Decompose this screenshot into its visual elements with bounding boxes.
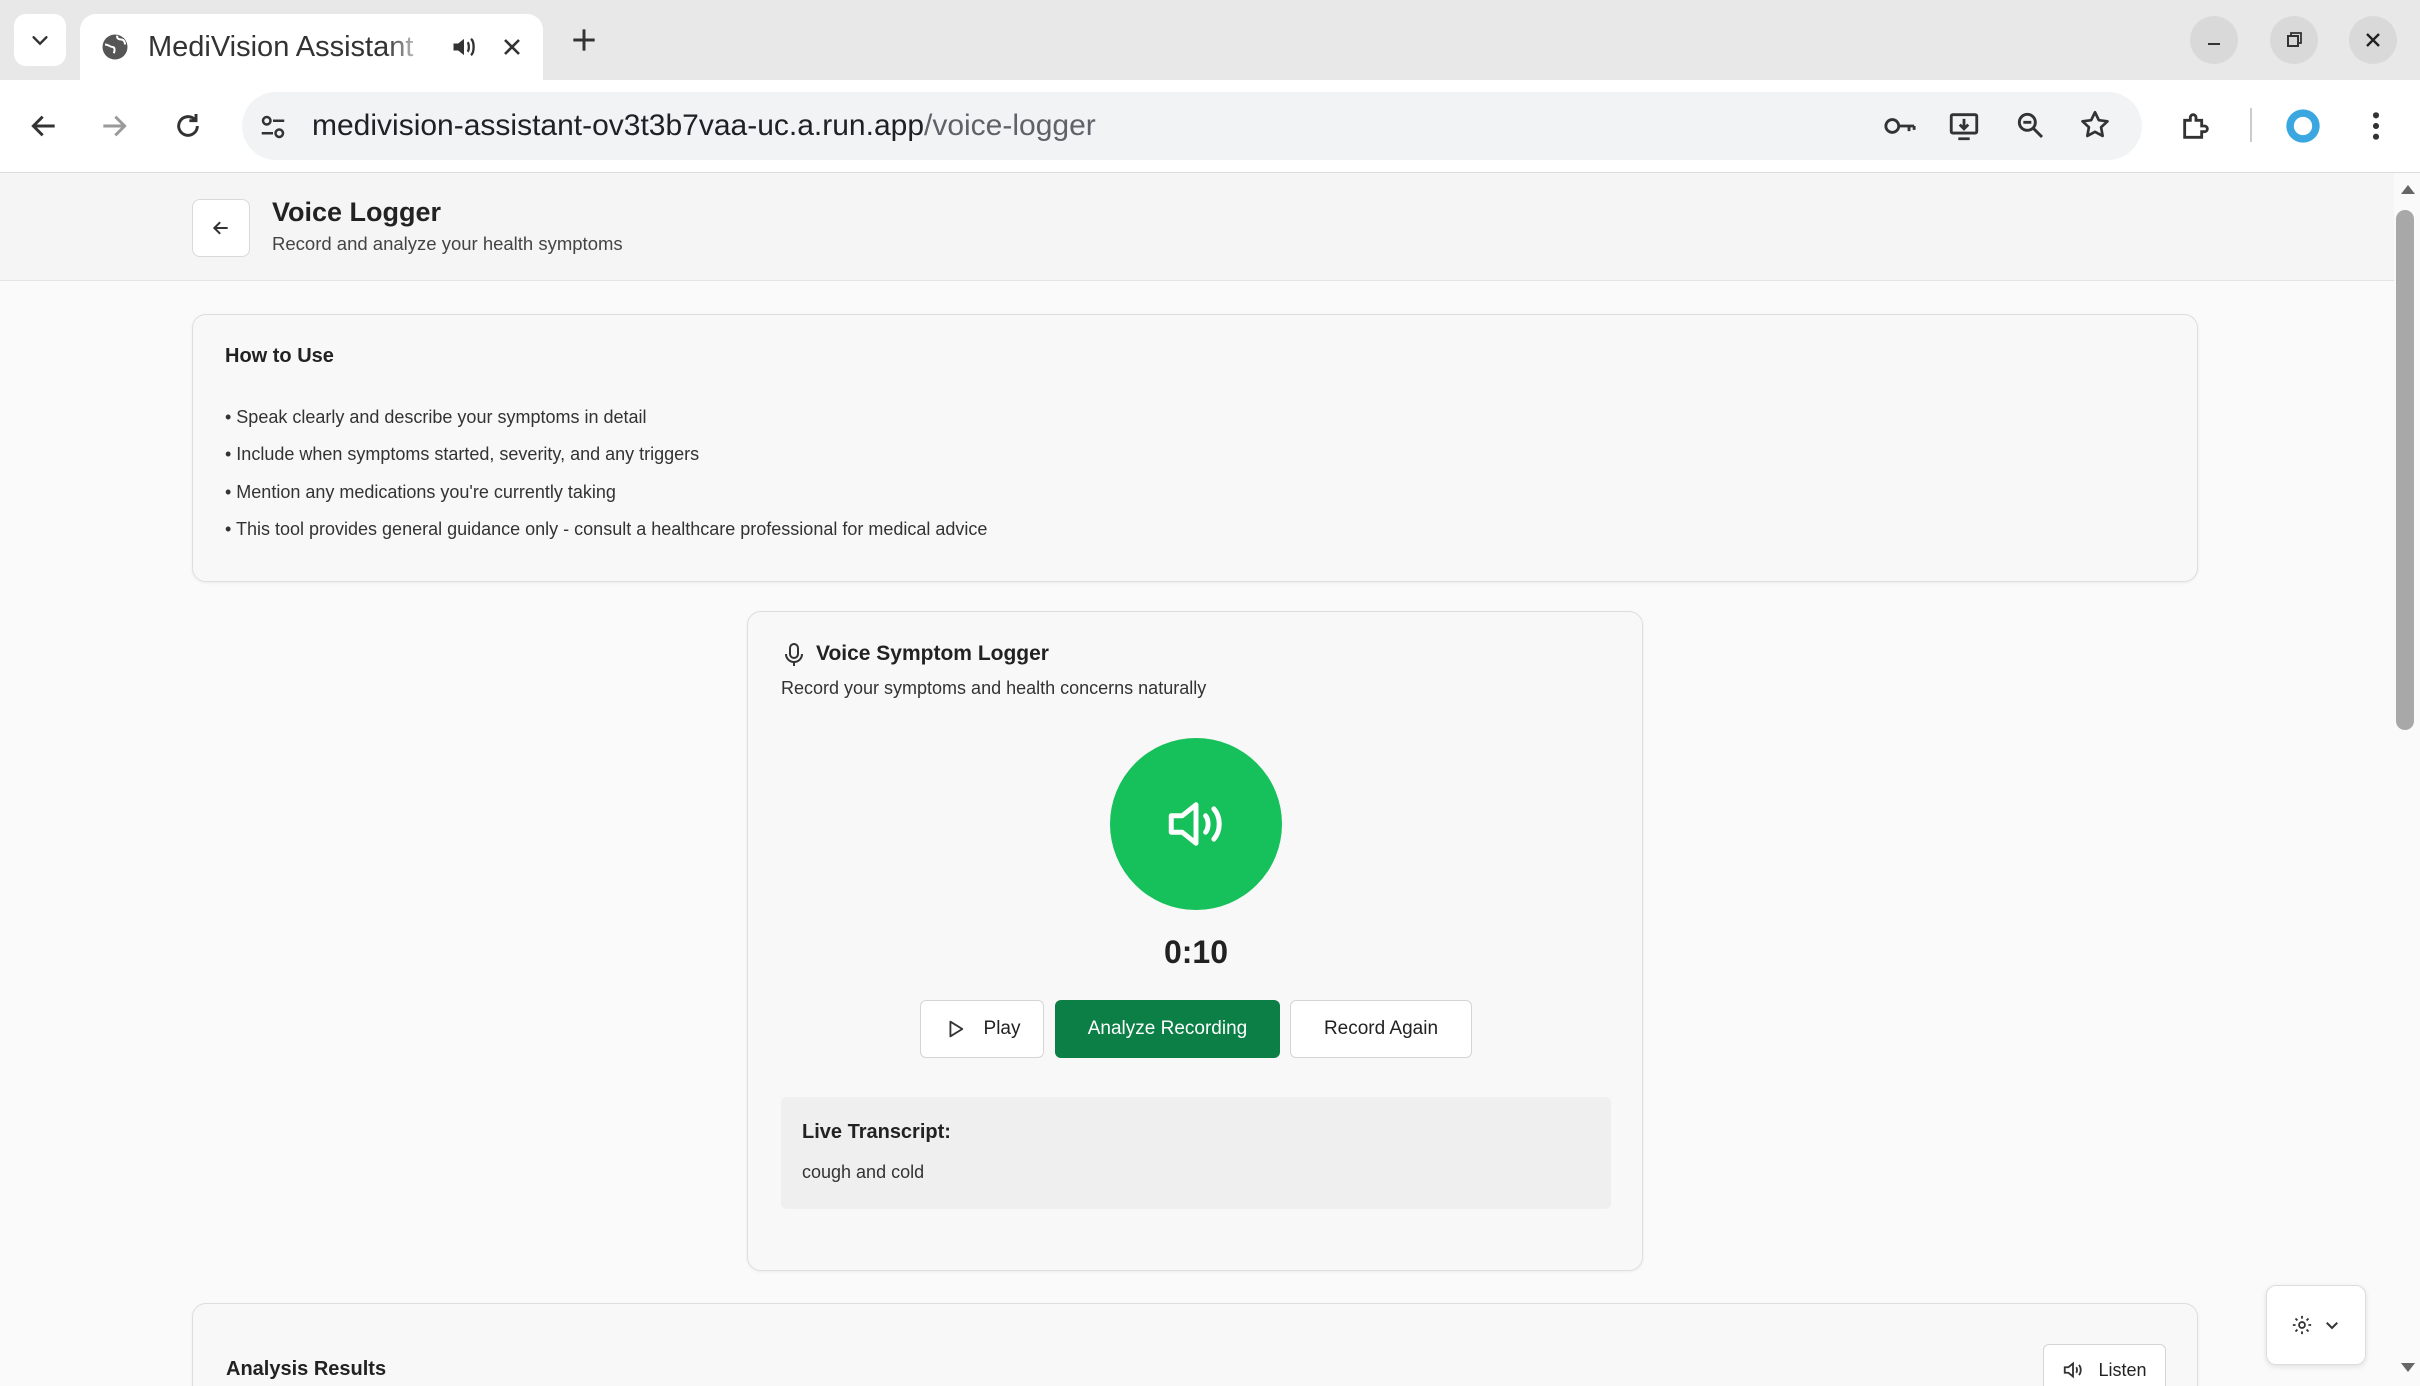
- listen-button[interactable]: Listen: [2043, 1344, 2166, 1386]
- record-again-label: Record Again: [1323, 1018, 1439, 1039]
- playback-indicator[interactable]: [1110, 738, 1282, 910]
- app-header: Voice Logger Record and analyze your hea…: [0, 173, 2394, 281]
- play-icon: [949, 1020, 963, 1038]
- browser-tab-strip: MediVision Assistant: [0, 0, 2420, 80]
- speaker-icon: [2064, 1361, 2083, 1379]
- analysis-results-card: Analysis Results Listen: [192, 1303, 2198, 1386]
- analyze-label: Analyze Recording: [1087, 1018, 1248, 1039]
- url-path: /voice-logger: [924, 109, 1096, 142]
- kebab-menu-icon: [2372, 112, 2380, 140]
- toolbar-divider: [2250, 108, 2252, 142]
- url-text[interactable]: medivision-assistant-ov3t3b7vaa-uc.a.run…: [312, 109, 1096, 143]
- microphone-icon: [785, 643, 803, 666]
- chevron-down-icon: [2326, 1322, 2338, 1330]
- puzzle-icon: [2183, 113, 2209, 139]
- how-to-item: • This tool provides general guidance on…: [225, 519, 988, 539]
- reload-icon: [177, 114, 199, 137]
- audio-playing-icon[interactable]: [450, 33, 478, 61]
- new-tab-icon[interactable]: [568, 24, 600, 56]
- install-app-icon[interactable]: [1947, 109, 1981, 143]
- play-button[interactable]: Play: [920, 1000, 1044, 1058]
- arrow-left-icon: [212, 221, 228, 235]
- reload-button[interactable]: [160, 98, 216, 154]
- how-to-item: • Speak clearly and describe your sympto…: [225, 407, 647, 427]
- how-to-use-card: How to Use • Speak clearly and describe …: [192, 314, 2198, 582]
- close-tab-icon[interactable]: [500, 35, 524, 59]
- close-icon: [2366, 33, 2380, 47]
- record-again-button[interactable]: Record Again: [1290, 1000, 1472, 1058]
- tab-title: MediVision Assistant: [148, 30, 414, 63]
- bookmark-star-icon[interactable]: [2078, 108, 2112, 142]
- profile-button[interactable]: [2275, 98, 2331, 154]
- password-key-icon[interactable]: [1882, 110, 1918, 142]
- forward-nav-button[interactable]: [86, 98, 142, 154]
- play-label: Play: [983, 1018, 1021, 1039]
- minimize-icon: [2208, 43, 2220, 45]
- back-nav-button[interactable]: [16, 98, 72, 154]
- globe-icon: [102, 34, 128, 60]
- chevron-down-icon: [32, 36, 48, 46]
- zoom-icon[interactable]: [2014, 109, 2046, 141]
- arrow-right-icon: [103, 115, 127, 137]
- analyze-recording-button[interactable]: Analyze Recording: [1055, 1000, 1280, 1058]
- gear-icon: [2292, 1315, 2312, 1335]
- page-content: Voice Logger Record and analyze your hea…: [0, 173, 2394, 1386]
- minimize-button[interactable]: [2190, 16, 2238, 64]
- browser-tab[interactable]: MediVision Assistant: [80, 14, 543, 80]
- analysis-results-title: Analysis Results: [226, 1358, 387, 1380]
- logger-title: Voice Symptom Logger: [816, 642, 1049, 665]
- speaker-icon: [1168, 802, 1222, 846]
- back-button[interactable]: [192, 199, 250, 257]
- transcript-text: cough and cold: [802, 1162, 925, 1182]
- profile-avatar-icon: [2286, 109, 2320, 143]
- close-window-button[interactable]: [2349, 16, 2397, 64]
- logger-subtitle: Record your symptoms and health concerns…: [781, 678, 1207, 698]
- listen-label: Listen: [2098, 1359, 2147, 1380]
- how-to-item: • Include when symptoms started, severit…: [225, 444, 700, 464]
- url-host: medivision-assistant-ov3t3b7vaa-uc.a.run…: [312, 109, 924, 142]
- restore-button[interactable]: [2270, 16, 2318, 64]
- live-transcript-box: Live Transcript: cough and cold: [781, 1097, 1611, 1209]
- transcript-label: Live Transcript:: [802, 1121, 951, 1143]
- page-title: Voice Logger: [272, 197, 442, 227]
- recording-timer: 0:10: [1163, 934, 1229, 970]
- how-to-item: • Mention any medications you're current…: [225, 482, 616, 502]
- scrollbar-thumb[interactable]: [2396, 210, 2414, 730]
- accessibility-settings-button[interactable]: [2266, 1285, 2366, 1365]
- tab-search-button[interactable]: [14, 14, 66, 66]
- restore-icon: [2287, 32, 2302, 47]
- page-subtitle: Record and analyze your health symptoms: [272, 233, 623, 254]
- address-bar[interactable]: medivision-assistant-ov3t3b7vaa-uc.a.run…: [242, 92, 2142, 160]
- scroll-up-arrow-icon[interactable]: [2400, 183, 2416, 195]
- voice-symptom-logger-card: Voice Symptom Logger Record your symptom…: [747, 611, 1643, 1271]
- scroll-down-arrow-icon[interactable]: [2400, 1362, 2416, 1374]
- extensions-button[interactable]: [2168, 98, 2224, 154]
- how-to-use-title: How to Use: [225, 345, 334, 367]
- arrow-left-icon: [31, 115, 55, 137]
- browser-menu-button[interactable]: [2348, 98, 2404, 154]
- site-info-icon[interactable]: [258, 112, 288, 142]
